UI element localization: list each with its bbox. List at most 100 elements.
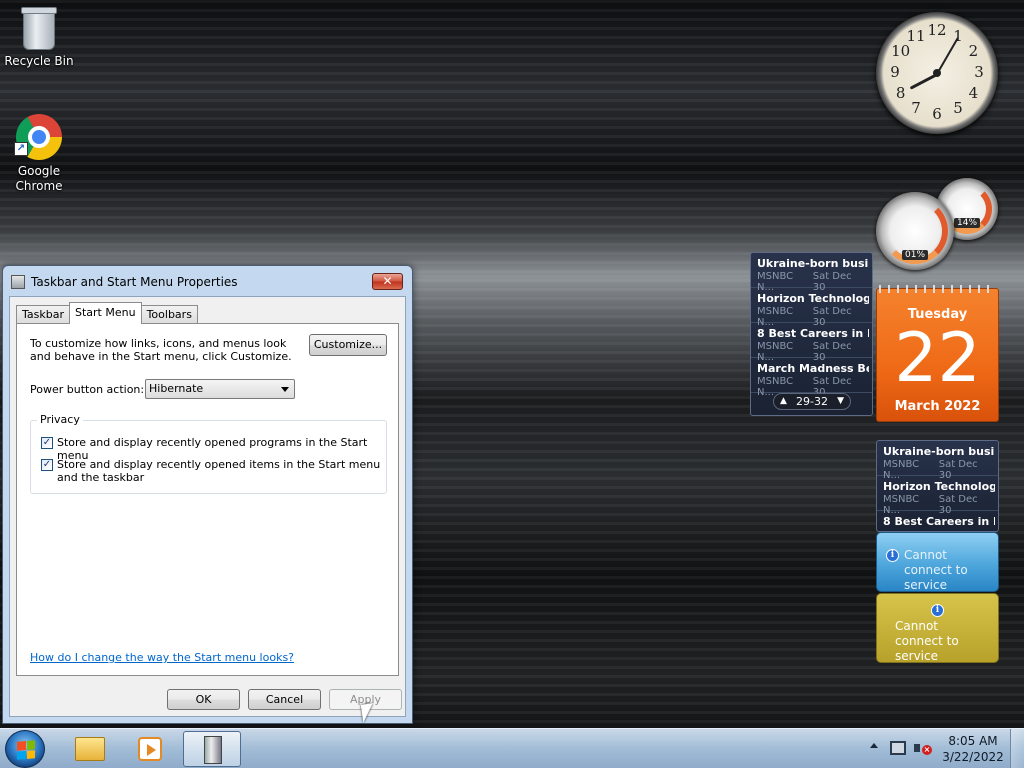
dialog-title: Taskbar and Start Menu Properties [31, 275, 238, 289]
tab-start-menu[interactable]: Start Menu [69, 302, 142, 324]
calendar-date: 22 [894, 319, 981, 398]
feed-item[interactable]: 8 Best Careers in Fin... [877, 511, 998, 531]
volume-muted-icon[interactable]: × [914, 741, 932, 755]
feed-source: MSNBC N... [757, 306, 794, 328]
clock-number: 2 [968, 42, 979, 60]
recent-items-label: Store and display recently opened items … [57, 458, 381, 484]
info-icon: i [886, 549, 899, 562]
feed-source: MSNBC N... [883, 459, 920, 481]
calendar-rings [879, 285, 996, 293]
feed-next-icon[interactable]: ▼ [837, 394, 844, 409]
power-button-label: Power button action: [30, 383, 145, 396]
clock-number: 12 [927, 21, 947, 39]
feed-date: Sat Dec 30 [938, 459, 978, 481]
clock-number: 10 [891, 42, 911, 60]
google-chrome-shortcut[interactable]: Google Chrome [0, 114, 78, 194]
clock-gadget[interactable]: 12 1 2 3 4 5 6 7 8 9 10 11 [876, 12, 998, 134]
network-icon[interactable] [890, 741, 906, 755]
feed-headline: March Madness Bett... [757, 362, 869, 375]
power-button-select[interactable]: Hibernate [145, 379, 295, 399]
feed-headline: Horizon Technology ... [883, 480, 995, 493]
news-feed-gadget[interactable]: Ukraine-born busine... MSNBC N... Sat Dec… [750, 252, 873, 416]
feed-item[interactable]: Horizon Technology ... MSNBC N... Sat Dec… [751, 288, 872, 328]
taskbar-time: 8:05 AM [948, 734, 998, 748]
taskbar-properties-icon [11, 275, 25, 289]
feed-date: Sat Dec 30 [812, 271, 852, 293]
show-desktop-button[interactable] [1010, 729, 1024, 768]
weather-message: Cannot connect to service [904, 548, 968, 592]
tab-toolbars[interactable]: Toolbars [140, 305, 198, 324]
feed-item[interactable]: Horizon Technology ... MSNBC N... Sat Dec… [877, 476, 998, 516]
feed-date: Sat Dec 30 [812, 306, 852, 328]
info-icon: i [931, 604, 944, 617]
feed-headline: 8 Best Careers in Fin... [757, 327, 869, 340]
feed-item[interactable]: Ukraine-born busine... MSNBC N... Sat Dec… [751, 253, 872, 293]
dialog-body: Taskbar Start Menu Toolbars To customize… [9, 296, 406, 717]
feed-headline: Ukraine-born busine... [757, 257, 869, 270]
recent-programs-checkbox[interactable]: ✓ [41, 437, 53, 449]
windows-logo-icon [17, 740, 35, 760]
recent-items-checkbox[interactable]: ✓ [41, 459, 53, 471]
recycle-bin-shortcut[interactable]: Recycle Bin [0, 7, 78, 69]
feed-headline: 8 Best Careers in Fin... [883, 515, 995, 528]
start-menu-tab-panel: To customize how links, icons, and menus… [16, 323, 399, 676]
recycle-bin-icon [21, 7, 57, 50]
shortcut-arrow-icon: ↗ [14, 142, 28, 156]
media-player-icon [138, 737, 162, 761]
feed-item[interactable]: March Madness Bett... MSNBC N...Sat Dec … [751, 358, 872, 398]
currency-message: Cannot connect to service [895, 619, 959, 663]
tab-strip: Taskbar Start Menu Toolbars [16, 302, 198, 324]
cpu-meter-value: 01% [901, 250, 929, 260]
taskbar-media-player-button[interactable] [121, 731, 179, 767]
clock-center [933, 69, 941, 77]
clock-number: 7 [911, 99, 921, 118]
feed-prev-icon[interactable]: ▲ [780, 394, 787, 409]
feed-date: Sat Dec 30 [812, 341, 852, 363]
taskbar-start-menu-properties-dialog: Taskbar and Start Menu Properties ✕ Task… [2, 265, 413, 724]
taskbar: × 8:05 AM 3/22/2022 [0, 728, 1024, 768]
help-link[interactable]: How do I change the way the Start menu l… [30, 651, 294, 664]
feed-pager: ▲ 29-32 ▼ [773, 393, 851, 410]
feed-source: MSNBC N... [757, 341, 794, 363]
clock-number: 9 [890, 63, 900, 81]
ok-button[interactable]: OK [167, 689, 240, 710]
show-hidden-icons-icon[interactable] [870, 743, 878, 748]
power-button-value: Hibernate [149, 382, 204, 395]
tab-taskbar[interactable]: Taskbar [16, 305, 70, 324]
close-button[interactable]: ✕ [372, 273, 403, 290]
recycle-bin-label: Recycle Bin [4, 54, 74, 68]
feed-headline: Ukraine-born busine... [883, 445, 995, 458]
taskbar-date: 3/22/2022 [942, 750, 1004, 764]
mouse-cursor [360, 703, 376, 723]
cancel-button[interactable]: Cancel [248, 689, 321, 710]
feed-source: MSNBC N... [757, 271, 794, 293]
clock-number: 8 [895, 84, 906, 102]
taskbar-properties-icon [204, 736, 222, 764]
clock-number: 11 [906, 26, 926, 45]
folder-icon [75, 737, 105, 761]
feed-item[interactable]: Ukraine-born busine... MSNBC N... Sat Dec… [877, 441, 998, 481]
weather-gadget[interactable]: i Cannot connect to service [876, 532, 999, 592]
currency-gadget[interactable]: i Cannot connect to service [876, 593, 999, 663]
taskbar-explorer-button[interactable] [60, 731, 118, 767]
feed-item[interactable]: 8 Best Careers in Fin... MSNBC N... Sat D… [751, 323, 872, 363]
privacy-group-title: Privacy [37, 413, 83, 426]
taskbar-properties-button[interactable] [183, 731, 241, 767]
start-button[interactable] [5, 730, 45, 768]
google-chrome-label: Google Chrome [15, 164, 63, 193]
customize-button[interactable]: Customize... [309, 334, 387, 356]
chevron-down-icon [281, 387, 289, 392]
clock-number: 5 [953, 99, 963, 118]
feed-date: Sat Dec 30 [938, 494, 978, 516]
taskbar-clock[interactable]: 8:05 AM 3/22/2022 [938, 733, 1008, 765]
clock-number: 6 [932, 105, 942, 123]
feed-source: MSNBC N... [883, 494, 920, 516]
news-feed-side-gadget[interactable]: Ukraine-born busine... MSNBC N... Sat Dec… [876, 440, 999, 532]
feed-pager-label: 29-32 [796, 395, 828, 408]
calendar-month: March 2022 [894, 399, 981, 414]
privacy-items-row[interactable]: ✓ Store and display recently opened item… [41, 458, 381, 484]
dialog-titlebar[interactable]: Taskbar and Start Menu Properties ✕ [3, 266, 412, 296]
calendar-gadget[interactable]: Tuesday 22 March 2022 [876, 285, 999, 422]
feed-headline: Horizon Technology ... [757, 292, 869, 305]
cpu-meter[interactable]: 01% [876, 192, 954, 270]
